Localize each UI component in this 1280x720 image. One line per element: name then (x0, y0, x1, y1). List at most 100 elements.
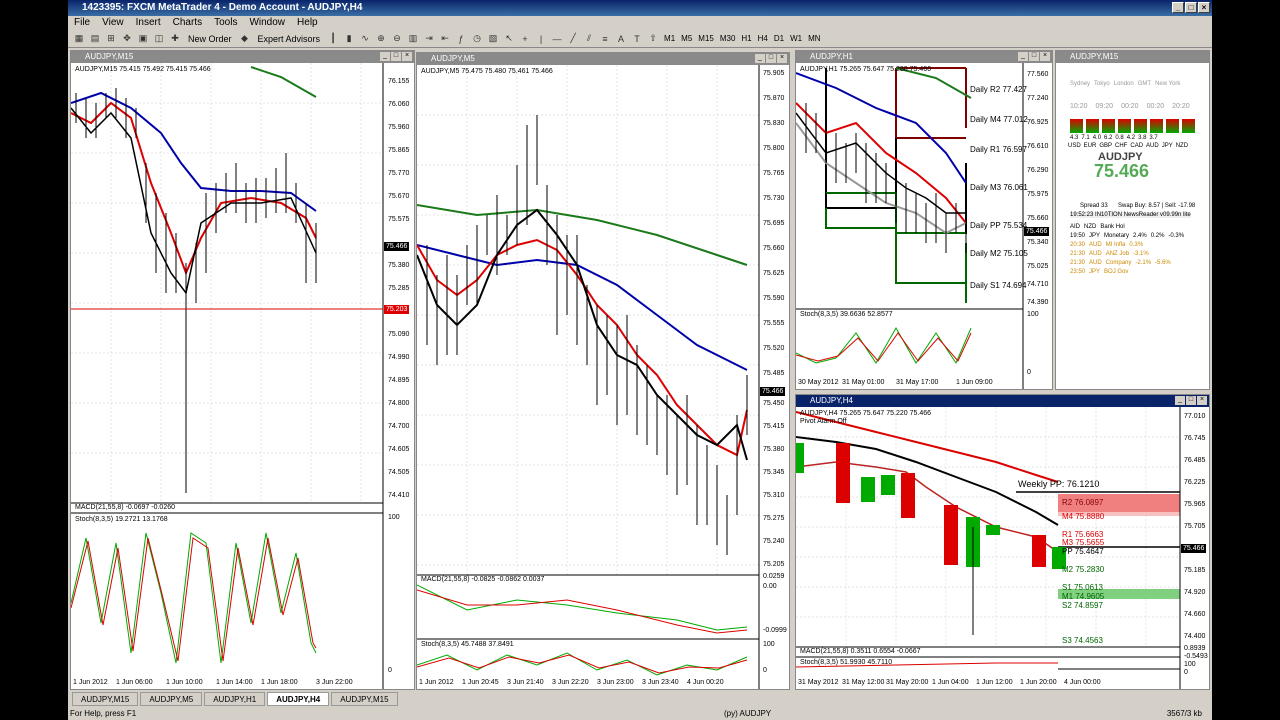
profiles-icon[interactable]: ▤ (88, 32, 102, 46)
zoom-out-icon[interactable]: ⊖ (390, 32, 404, 46)
tab-audjpy-h1[interactable]: AUDJPY,H1 (204, 692, 266, 706)
arrows-icon[interactable]: ⇧ (646, 32, 660, 46)
news-cell: 0.2% (1150, 233, 1165, 239)
news-cell: BOJ Gov (1104, 269, 1129, 275)
currency-label: USD (1068, 143, 1081, 149)
chart-window-m5[interactable]: AUDJPY,M5 _ □ × AUDJPY,M5 75.475 75.480 … (416, 52, 790, 690)
tab-audjpy-h4[interactable]: AUDJPY,H4 (267, 692, 330, 706)
candles-icon[interactable]: ▮ (342, 32, 356, 46)
periods-icon[interactable]: ◷ (470, 32, 484, 46)
menu-insert[interactable]: Insert (130, 16, 167, 30)
chart-window-h4[interactable]: AUDJPY,H4 _ □ × AUDJPY,H4 75.265 75.647 … (795, 394, 1210, 690)
m5-xtick: 3 Jun 21:40 (507, 679, 544, 686)
crosshair-icon[interactable]: + (518, 32, 532, 46)
tf-w1[interactable]: W1 (788, 34, 804, 43)
chart-close-button[interactable]: × (1197, 396, 1207, 405)
new-order-button[interactable]: New Order (184, 34, 236, 44)
chart-close-button[interactable]: × (402, 52, 412, 61)
chart-area-h4[interactable]: AUDJPY,H4 75.265 75.647 75.220 75.466 Pi… (796, 407, 1209, 689)
tf-h4[interactable]: H4 (756, 34, 770, 43)
chart-min-button[interactable]: _ (1175, 396, 1185, 405)
tf-m30[interactable]: M30 (718, 34, 738, 43)
chart-area-m15[interactable]: AUDJPY,M15 75.415 75.492 75.415 75.466 7… (71, 63, 414, 689)
metaeditor-icon[interactable]: ◆ (238, 32, 252, 46)
minimize-button[interactable]: _ (1172, 2, 1184, 13)
tab-audjpy-m5[interactable]: AUDJPY,M5 (140, 692, 203, 706)
chart-min-button[interactable]: _ (1018, 52, 1028, 61)
close-button[interactable]: × (1198, 2, 1210, 13)
tf-mn[interactable]: MN (806, 34, 822, 43)
strength-value: 7.1 (1081, 135, 1090, 141)
tab-audjpy-m15-2[interactable]: AUDJPY,M15 (331, 692, 398, 706)
chart-area-h1[interactable]: AUDJPY,H1 75.265 75.647 75.280 75.466 Da… (796, 63, 1052, 389)
m15-ytick: 74.410 (388, 492, 410, 499)
menu-help[interactable]: Help (291, 16, 324, 30)
chart-max-button[interactable]: □ (766, 54, 776, 63)
weekly-level: M3 75.5655 (1062, 538, 1105, 547)
maximize-button[interactable]: □ (1185, 2, 1197, 13)
templates-icon[interactable]: ▧ (486, 32, 500, 46)
autoscroll-icon[interactable]: ⇥ (422, 32, 436, 46)
h4-ytick: 77.010 (1184, 413, 1206, 420)
tester-icon[interactable]: ◫ (152, 32, 166, 46)
new-chart-icon[interactable]: ▦ (72, 32, 86, 46)
m15-ytick: 75.960 (388, 124, 410, 131)
chart-min-button[interactable]: _ (380, 52, 390, 61)
toolbar: ▦ ▤ ⊞ ✥ ▣ ◫ ✚ New Order ◆ Expert Advisor… (68, 30, 1212, 48)
chart-close-button[interactable]: × (777, 54, 787, 63)
strength-bar (1070, 119, 1083, 133)
chart-min-button[interactable]: _ (755, 54, 765, 63)
tile-icon[interactable]: ▥ (406, 32, 420, 46)
menu-charts[interactable]: Charts (167, 16, 208, 30)
zoom-in-icon[interactable]: ⊕ (374, 32, 388, 46)
h1-ytick: 75.340 (1027, 239, 1049, 246)
tf-d1[interactable]: D1 (772, 34, 786, 43)
bar-chart-icon[interactable]: ┃ (326, 32, 340, 46)
menu-view[interactable]: View (96, 16, 130, 30)
strength-bar (1118, 119, 1131, 133)
chart-max-button[interactable]: □ (391, 52, 401, 61)
chart-window-h1[interactable]: AUDJPY,H1 _ □ × AUDJPY,H1 75.265 75.647 … (795, 50, 1053, 390)
tf-m5[interactable]: M5 (679, 34, 694, 43)
label-icon[interactable]: T (630, 32, 644, 46)
menu-file[interactable]: File (68, 16, 96, 30)
m5-xtick: 3 Jun 22:20 (552, 679, 589, 686)
trendline-icon[interactable]: ╱ (566, 32, 580, 46)
shift-icon[interactable]: ⇤ (438, 32, 452, 46)
menu-tools[interactable]: Tools (208, 16, 243, 30)
vertical-line-icon[interactable]: | (534, 32, 548, 46)
terminal-icon[interactable]: ▣ (136, 32, 150, 46)
tf-m15[interactable]: M15 (696, 34, 716, 43)
horizontal-line-icon[interactable]: — (550, 32, 564, 46)
expert-advisors-button[interactable]: Expert Advisors (254, 34, 325, 44)
chart-area-m5[interactable]: AUDJPY,M5 75.475 75.480 75.461 75.466 75… (417, 65, 789, 689)
fibo-icon[interactable]: ≡ (598, 32, 612, 46)
cursor-icon[interactable]: ↖ (502, 32, 516, 46)
chart-max-button[interactable]: □ (1186, 396, 1196, 405)
tab-audjpy-m15[interactable]: AUDJPY,M15 (72, 692, 139, 706)
h4-xtick: 1 Jun 12:00 (976, 679, 1013, 686)
chart-close-button[interactable]: × (1040, 52, 1050, 61)
widget-spread: Spread 33 (1080, 203, 1108, 209)
m15-ytick: 74.700 (388, 423, 410, 430)
widget-window[interactable]: AUDJPY,M15 Sydney Tokyo London GMT New Y… (1055, 50, 1210, 390)
strength-value: 4.2 (1126, 135, 1136, 141)
h4-macd-label: MACD(21,55,8) 0.3511 0.6554 -0.0667 (800, 648, 921, 655)
indicators-icon[interactable]: ƒ (454, 32, 468, 46)
tf-m1[interactable]: M1 (662, 34, 677, 43)
widget-newsreader: 19:52:23 IN10TION NewsReader v09.99n lit… (1070, 212, 1191, 218)
chart-max-button[interactable]: □ (1029, 52, 1039, 61)
chart-window-m15[interactable]: AUDJPY,M15 _ □ × AUDJPY,M15 75.415 75.49… (70, 50, 415, 690)
new-order-icon[interactable]: ✚ (168, 32, 182, 46)
tf-h1[interactable]: H1 (739, 34, 753, 43)
h1-xtick: 31 May 01:00 (842, 379, 885, 386)
line-chart-icon[interactable]: ∿ (358, 32, 372, 46)
text-icon[interactable]: A (614, 32, 628, 46)
channel-icon[interactable]: ⫽ (582, 32, 596, 46)
navigator-icon[interactable]: ✥ (120, 32, 134, 46)
market-watch-icon[interactable]: ⊞ (104, 32, 118, 46)
h1-stoch-tick: 0 (1027, 369, 1031, 376)
news-row: 21:30 AUD ANZ Job -3.1% (1070, 250, 1184, 259)
menu-window[interactable]: Window (243, 16, 291, 30)
m15-svg (71, 63, 384, 689)
